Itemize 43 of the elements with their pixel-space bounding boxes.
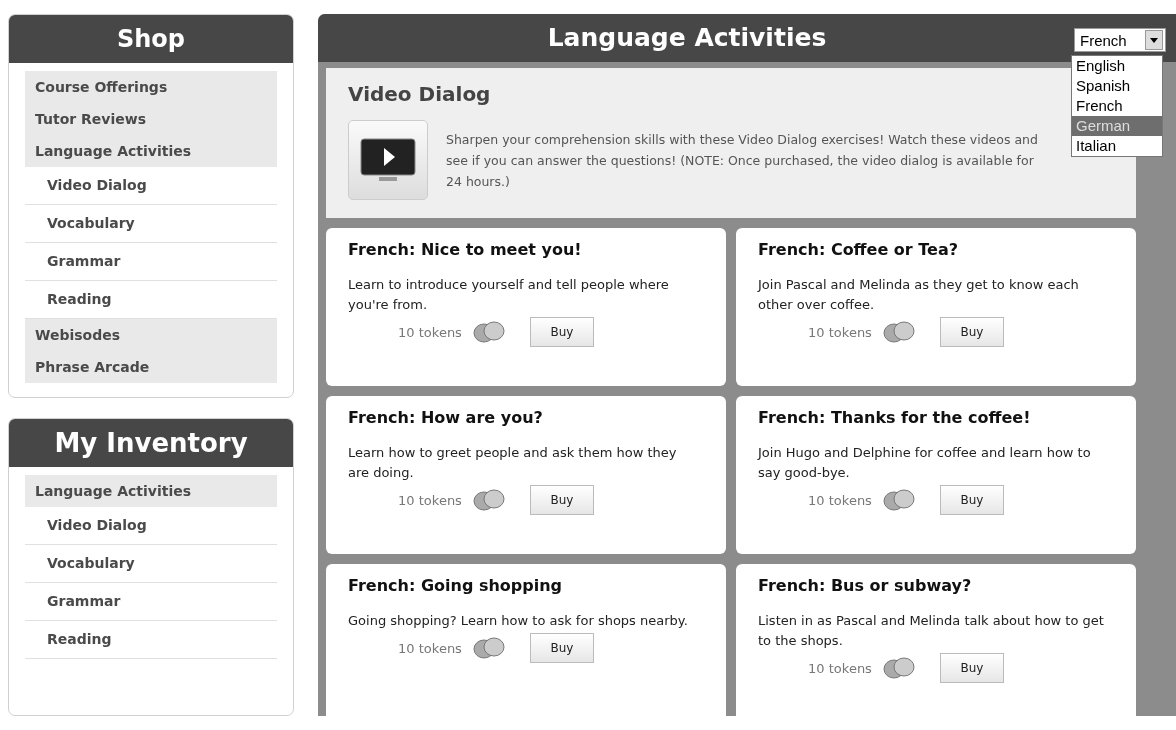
sidebar-item[interactable]: Webisodes bbox=[25, 319, 277, 351]
sidebar-item[interactable]: Phrase Arcade bbox=[25, 351, 277, 383]
sidebar-item[interactable]: Language Activities bbox=[25, 135, 277, 167]
section-title: Video Dialog bbox=[348, 82, 491, 106]
dropdown-option[interactable]: German bbox=[1072, 116, 1162, 136]
buy-button[interactable]: Buy bbox=[529, 485, 594, 515]
sidebar-item[interactable]: Course Offerings bbox=[25, 71, 277, 103]
card-description: Learn to introduce yourself and tell people where you're from. bbox=[348, 276, 670, 314]
buy-button[interactable]: Buy bbox=[529, 317, 594, 347]
card-title: French: Nice to meet you! bbox=[348, 240, 583, 259]
coins-icon bbox=[471, 321, 506, 343]
panel-title: My Inventory bbox=[9, 419, 293, 467]
card-description: Listen in as Pascal and Melinda talk about how to get to the shops. bbox=[758, 612, 1105, 650]
card-title: French: Thanks for the coffee! bbox=[758, 408, 1032, 427]
coins-icon bbox=[881, 489, 916, 511]
card-title: French: Coffee or Tea? bbox=[758, 240, 960, 259]
token-price: 10 tokens bbox=[398, 640, 462, 656]
token-price: 10 tokens bbox=[808, 492, 872, 508]
intro-text: Sharpen your comprehension skills with these Video Dialog exercises! Watch these videos and see if you can answer the questions! (NOTE: Once purchased, the video dialog is available for 24 hours.) bbox=[446, 130, 1039, 191]
card-description: Learn how to greet people and ask them how they are doing. bbox=[348, 444, 678, 482]
buy-button[interactable]: Buy bbox=[939, 317, 1004, 347]
card-description: Join Hugo and Delphine for coffee and learn how to say good-bye. bbox=[758, 444, 1092, 482]
coins-icon bbox=[881, 657, 916, 679]
coins-icon bbox=[881, 321, 916, 343]
card-title: French: Going shopping bbox=[348, 576, 564, 595]
card-title: French: How are you? bbox=[348, 408, 544, 427]
token-price: 10 tokens bbox=[808, 324, 872, 340]
sidebar-item[interactable]: Tutor Reviews bbox=[25, 103, 277, 135]
buy-button[interactable]: Buy bbox=[529, 633, 594, 663]
coins-icon bbox=[471, 637, 506, 659]
token-price: 10 tokens bbox=[808, 660, 872, 676]
sidebar-item[interactable]: Language Activities bbox=[25, 475, 277, 507]
language-select[interactable]: French bbox=[1074, 28, 1166, 52]
video-icon bbox=[348, 120, 428, 200]
buy-button[interactable]: Buy bbox=[939, 653, 1004, 683]
panel-title: Shop bbox=[9, 15, 293, 63]
token-price: 10 tokens bbox=[398, 492, 462, 508]
buy-button[interactable]: Buy bbox=[939, 485, 1004, 515]
card-description: Join Pascal and Melinda as they get to know each other over coffee. bbox=[758, 276, 1080, 314]
card-description: Going shopping? Learn how to ask for shops nearby. bbox=[348, 612, 689, 630]
coins-icon bbox=[471, 489, 506, 511]
token-price: 10 tokens bbox=[398, 324, 462, 340]
card-title: French: Bus or subway? bbox=[758, 576, 973, 595]
